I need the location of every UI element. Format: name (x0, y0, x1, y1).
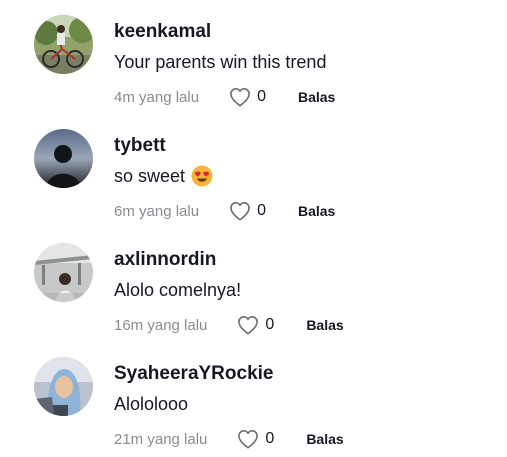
heart-outline-icon (238, 430, 259, 449)
comment-text-content: Alolo comelnya! (114, 280, 242, 300)
avatar[interactable] (34, 243, 93, 302)
comment-text: Alolo comelnya! (114, 279, 241, 301)
heart-outline-icon (230, 88, 250, 107)
like-button[interactable]: 0 (237, 429, 274, 449)
heart-outline-icon (230, 202, 250, 221)
like-button[interactable]: 0 (237, 315, 274, 335)
comment-username[interactable]: SyaheeraYRockie (114, 363, 274, 385)
comment-username[interactable]: axlinnordin (114, 249, 216, 271)
comment-text-content: Alololooo (114, 394, 189, 414)
comment-meta: 21m yang lalu 0 Balas (114, 429, 344, 449)
heart-eyes-emoji-icon (191, 165, 213, 187)
reply-button[interactable]: Balas (306, 431, 343, 447)
like-count: 0 (265, 430, 275, 447)
avatar[interactable] (34, 15, 93, 74)
comment-item: tybett so sweet 6m yang lalu 0 Balas (0, 114, 507, 228)
like-button[interactable]: 0 (229, 201, 266, 221)
like-count: 0 (257, 202, 266, 219)
heart-outline-icon (238, 316, 259, 335)
comment-text-content: so sweet (114, 166, 186, 186)
comment-item: keenkamal Your parents win this trend 4m… (0, 0, 507, 114)
comment-text: so sweet (114, 165, 213, 187)
avatar[interactable] (34, 357, 93, 416)
comment-username[interactable]: keenkamal (114, 21, 211, 43)
reply-button[interactable]: Balas (298, 89, 335, 105)
comment-item: SyaheeraYRockie Alololooo 21m yang lalu … (0, 342, 507, 456)
avatar[interactable] (34, 129, 93, 188)
comment-text: Your parents win this trend (114, 51, 326, 73)
comment-meta: 16m yang lalu 0 Balas (114, 315, 344, 335)
comment-time: 4m yang lalu (114, 88, 200, 106)
comment-meta: 6m yang lalu 0 Balas (114, 201, 335, 221)
comment-text: Alololooo (114, 393, 188, 415)
comment-meta: 4m yang lalu 0 Balas (114, 87, 335, 107)
comment-time: 16m yang lalu (114, 316, 208, 334)
like-button[interactable]: 0 (229, 87, 266, 107)
comment-username[interactable]: tybett (114, 135, 166, 157)
comment-text-content: Your parents win this trend (114, 52, 327, 72)
comment-item: axlinnordin Alolo comelnya! 16m yang lal… (0, 228, 507, 342)
comment-time: 6m yang lalu (114, 202, 200, 220)
like-count: 0 (265, 316, 275, 333)
reply-button[interactable]: Balas (298, 203, 335, 219)
comment-time: 21m yang lalu (114, 430, 208, 448)
reply-button[interactable]: Balas (306, 317, 343, 333)
like-count: 0 (257, 88, 266, 105)
